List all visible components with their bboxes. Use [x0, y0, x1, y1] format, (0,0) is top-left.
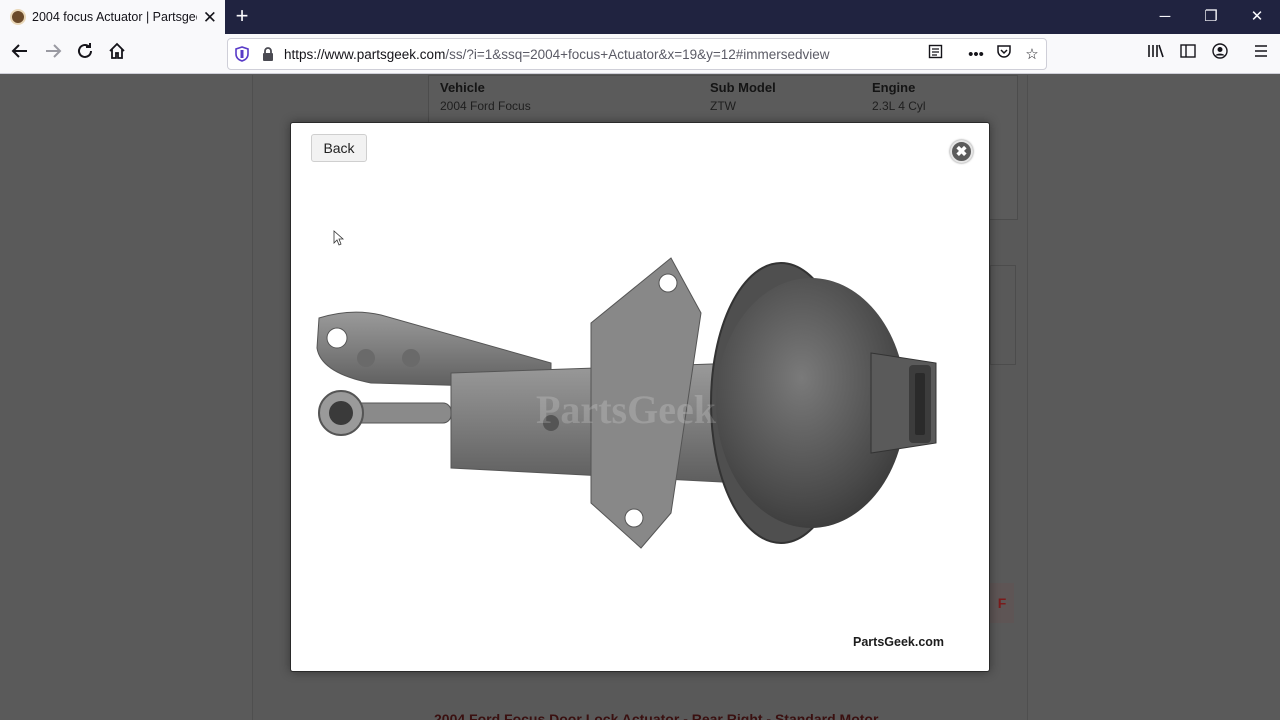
close-icon[interactable]: ✖ [950, 140, 973, 163]
lock-icon[interactable] [260, 46, 276, 62]
sidebar-icon[interactable] [1177, 43, 1199, 65]
url-text[interactable]: https://www.partsgeek.com/ss/?i=1&ssq=20… [284, 47, 830, 62]
reload-icon[interactable] [70, 39, 100, 69]
image-viewer-modal: Back ✖ PartsGeek PartsGeek.com [290, 122, 990, 672]
menu-icon[interactable] [1250, 43, 1272, 65]
more-icon[interactable]: ••• [965, 44, 987, 66]
sub-model-cell: ZTW [710, 99, 736, 113]
vehicle-header: Vehicle [440, 80, 485, 95]
image-logo-watermark: PartsGeek [536, 387, 717, 432]
partsgeek-watermark: PartsGeek.com [853, 635, 945, 649]
tab-strip: 2004 focus Actuator | Partsgeek ✕ + ─ ❐ … [0, 0, 1280, 34]
engine-cell: 2.3L 4 Cyl [872, 99, 926, 113]
navigation-toolbar: https://www.partsgeek.com/ss/?i=1&ssq=20… [0, 34, 1280, 74]
background-panel [990, 265, 1016, 365]
tab-close-icon[interactable]: ✕ [203, 9, 217, 26]
vehicle-cell: 2004 Ford Focus [440, 99, 531, 113]
minimize-icon[interactable]: ─ [1142, 0, 1188, 34]
address-bar[interactable]: https://www.partsgeek.com/ss/?i=1&ssq=20… [227, 38, 1047, 70]
new-tab-icon[interactable]: + [231, 4, 253, 30]
active-tab[interactable]: 2004 focus Actuator | Partsgeek ✕ [0, 0, 225, 34]
site-favicon-icon [10, 9, 26, 25]
sub-model-header: Sub Model [710, 80, 776, 95]
url-host: https://www.partsgeek.com [284, 46, 446, 62]
window-close-icon[interactable]: ✕ [1234, 0, 1280, 34]
engine-header: Engine [872, 80, 916, 95]
product-image: PartsGeek [316, 257, 937, 549]
forward-arrow-icon[interactable] [38, 39, 68, 69]
mouse-cursor-icon [333, 230, 345, 246]
account-icon[interactable] [1209, 43, 1231, 65]
tracking-shield-icon[interactable] [234, 46, 250, 62]
restore-icon[interactable]: ❐ [1188, 0, 1234, 34]
home-icon[interactable] [102, 39, 132, 69]
library-icon[interactable] [1145, 43, 1167, 65]
pocket-icon[interactable] [993, 44, 1015, 66]
back-arrow-icon[interactable] [5, 39, 35, 69]
tab-title: 2004 focus Actuator | Partsgeek [32, 10, 197, 24]
bookmark-star-icon[interactable]: ☆ [1021, 44, 1043, 66]
url-path: /ss/?i=1&ssq=2004+focus+Actuator&x=19&y=… [445, 46, 830, 62]
reader-view-icon[interactable] [924, 44, 946, 66]
background-listing-title: 2004 Ford Focus Door Lock Actuator - Rea… [434, 711, 879, 720]
background-side-label: F [990, 583, 1014, 623]
back-button[interactable]: Back [311, 134, 367, 162]
